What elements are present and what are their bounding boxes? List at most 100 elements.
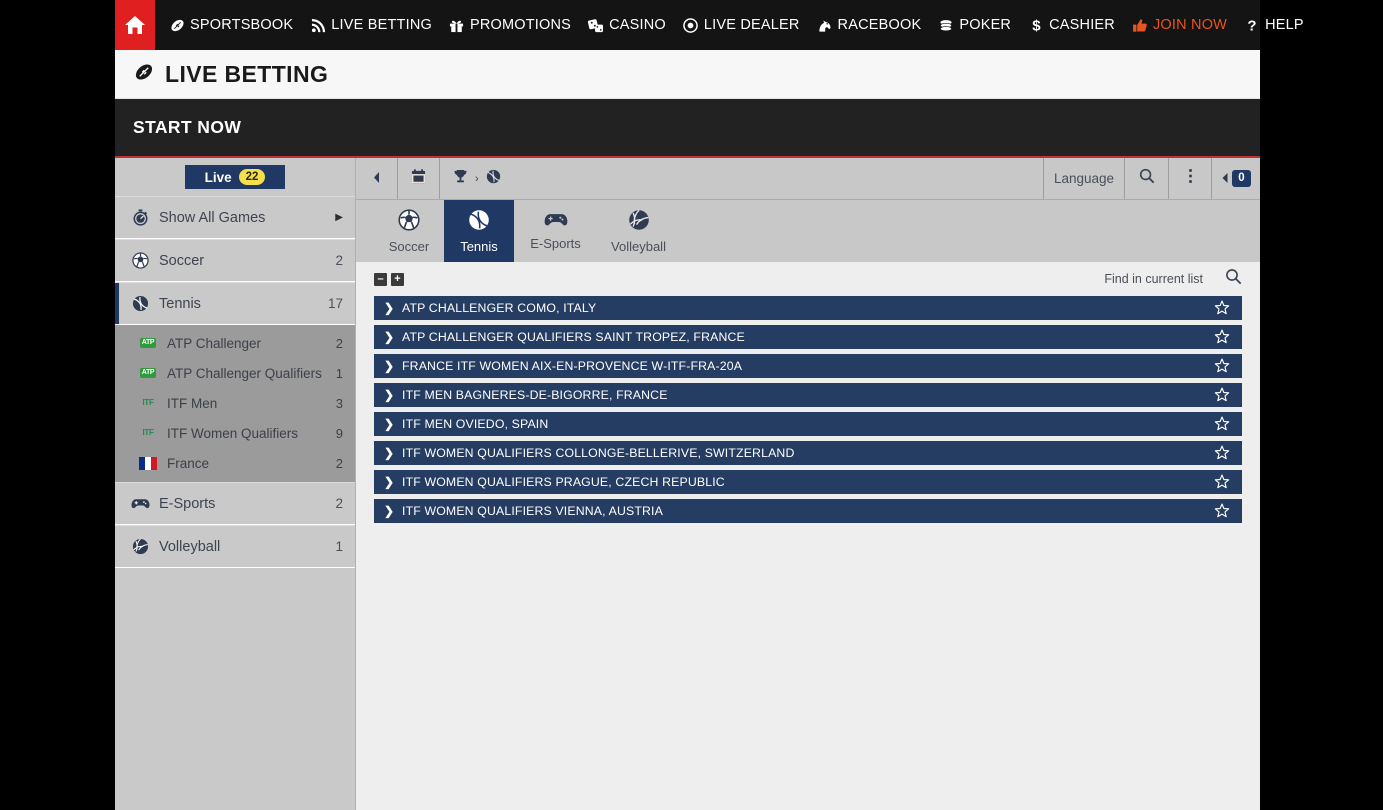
find-in-list: Find in current list (1104, 268, 1242, 290)
svg-text:$: $ (1032, 18, 1041, 35)
tennis-ball-icon (468, 209, 490, 234)
tab-e-sports[interactable]: E-Sports (514, 200, 597, 262)
signal-icon (310, 17, 326, 33)
search-button[interactable] (1125, 158, 1169, 199)
sidebar-item-volleyball[interactable]: Volleyball 1 (115, 525, 355, 568)
more-options-button[interactable] (1169, 158, 1212, 199)
nav-item-join-now[interactable]: JOIN NOW (1132, 17, 1227, 33)
chevron-right-icon[interactable]: ❯ (384, 388, 402, 402)
question-icon: ? (1244, 17, 1260, 35)
nav-label: POKER (959, 17, 1012, 33)
tab-volleyball[interactable]: Volleyball (597, 200, 680, 262)
trophy-icon (453, 169, 468, 189)
sidebar-league-atp-challenger[interactable]: ATP ATP Challenger 2 (115, 328, 355, 358)
chevron-right-icon[interactable]: ❯ (384, 359, 402, 373)
nav-label: LIVE DEALER (703, 17, 800, 33)
favorite-star-icon[interactable] (1202, 503, 1242, 519)
search-icon[interactable] (1225, 268, 1242, 290)
nav-label: CASHIER (1049, 17, 1115, 33)
breadcrumb[interactable]: › (440, 158, 1044, 199)
sidebar-live-header: Live 22 (115, 158, 355, 196)
content-toolbar: › Language 0 (356, 158, 1260, 200)
nav-item-promotions[interactable]: PROMOTIONS (449, 17, 571, 33)
sidebar-item-label: Volleyball (159, 538, 221, 555)
expand-all-button[interactable]: + (391, 272, 404, 286)
volleyball-icon (628, 209, 650, 234)
stopwatch-icon (129, 209, 151, 226)
chevron-right-icon[interactable]: ❯ (384, 475, 402, 489)
table-row[interactable]: ❯ FRANCE ITF WOMEN AIX-EN-PROVENCE W-ITF… (374, 354, 1242, 378)
sidebar-league-count: 2 (335, 335, 343, 351)
collapse-all-button[interactable]: – (374, 272, 387, 286)
live-toggle[interactable]: Live 22 (185, 165, 285, 189)
back-button[interactable] (356, 158, 398, 199)
chevron-right-icon[interactable]: ❯ (384, 330, 402, 344)
favorite-star-icon[interactable] (1202, 387, 1242, 403)
expand-collapse-controls: – + (374, 272, 404, 286)
tournament-name: ITF WOMEN QUALIFIERS PRAGUE, CZECH REPUB… (402, 475, 725, 489)
nav-item-live-dealer[interactable]: LIVE DEALER (683, 17, 800, 33)
live-label: Live (204, 169, 232, 185)
tab-label: E-Sports (530, 236, 581, 251)
table-row[interactable]: ❯ ITF MEN BAGNERES-DE-BIGORRE, FRANCE (374, 383, 1242, 407)
nav-item-casino[interactable]: CASINO (588, 17, 666, 33)
sidebar-league-itf-women-qualifiers[interactable]: ITF ITF Women Qualifiers 9 (115, 418, 355, 448)
table-row[interactable]: ❯ ATP CHALLENGER QUALIFIERS SAINT TROPEZ… (374, 325, 1242, 349)
chevron-right-icon[interactable]: ❯ (384, 446, 402, 460)
tournament-name: ATP CHALLENGER COMO, ITALY (402, 301, 597, 315)
sidebar-league-atp-challenger-qualifiers[interactable]: ATP ATP Challenger Qualifiers 1 (115, 358, 355, 388)
calendar-button[interactable] (398, 158, 440, 199)
tournament-list: ❯ ATP CHALLENGER COMO, ITALY ❯ ATP CHALL… (356, 296, 1260, 528)
page-body: Live 22 Show All Games ▶ Soccer 2 Tennis… (115, 158, 1260, 810)
sidebar-item-label: Show All Games (159, 209, 266, 226)
sidebar-tennis-leagues: ATP ATP Challenger 2 ATP ATP Challenger … (115, 325, 355, 482)
table-row[interactable]: ❯ ITF MEN OVIEDO, SPAIN (374, 412, 1242, 436)
sidebar-item-tennis[interactable]: Tennis 17 (115, 282, 355, 325)
chevron-right-icon[interactable]: ❯ (384, 504, 402, 518)
sport-tabs: Soccer Tennis E-Sports Volleyball (356, 200, 1260, 262)
nav-label: LIVE BETTING (331, 17, 432, 33)
nav-item-poker[interactable]: POKER (938, 17, 1011, 33)
nav-item-sportsbook[interactable]: SPORTSBOOK (169, 17, 293, 33)
nav-item-cashier[interactable]: $ CASHIER (1028, 17, 1115, 35)
top-nav-items: SPORTSBOOK LIVE BETTING PROMOTIONS CASIN… (155, 0, 1304, 50)
favorite-star-icon[interactable] (1202, 300, 1242, 316)
favorite-star-icon[interactable] (1202, 358, 1242, 374)
tab-soccer[interactable]: Soccer (374, 200, 444, 262)
sidebar-item-label: E-Sports (159, 495, 216, 512)
home-icon (124, 15, 146, 35)
favorite-star-icon[interactable] (1202, 445, 1242, 461)
sidebar: Live 22 Show All Games ▶ Soccer 2 Tennis… (115, 158, 356, 810)
nav-item-racebook[interactable]: RACEBOOK (817, 17, 922, 33)
page-title: LIVE BETTING (165, 60, 329, 87)
calendar-icon (411, 168, 426, 189)
betslip-toggle[interactable]: 0 (1212, 158, 1260, 199)
tournament-name: ITF WOMEN QUALIFIERS COLLONGE-BELLERIVE,… (402, 446, 795, 460)
sidebar-league-france[interactable]: France 2 (115, 448, 355, 478)
table-row[interactable]: ❯ ITF WOMEN QUALIFIERS PRAGUE, CZECH REP… (374, 470, 1242, 494)
find-label: Find in current list (1104, 272, 1203, 286)
itf-badge-icon: ITF (142, 428, 154, 437)
tab-label: Soccer (388, 238, 430, 254)
sidebar-item-e-sports[interactable]: E-Sports 2 (115, 482, 355, 525)
table-row[interactable]: ❯ ITF WOMEN QUALIFIERS VIENNA, AUSTRIA (374, 499, 1242, 523)
sidebar-item-show-all-games[interactable]: Show All Games ▶ (115, 196, 355, 239)
breadcrumb-separator: › (475, 172, 479, 185)
atp-badge-icon: ATP (139, 368, 157, 378)
language-selector[interactable]: Language (1044, 158, 1125, 199)
nav-item-help[interactable]: ? HELP (1244, 17, 1304, 35)
home-button[interactable] (115, 0, 155, 50)
chevron-right-icon[interactable]: ❯ (384, 417, 402, 431)
favorite-star-icon[interactable] (1202, 474, 1242, 490)
tournament-name: FRANCE ITF WOMEN AIX-EN-PROVENCE W-ITF-F… (402, 359, 743, 373)
tab-tennis[interactable]: Tennis (444, 200, 514, 262)
gift-icon (449, 17, 465, 33)
favorite-star-icon[interactable] (1202, 329, 1242, 345)
nav-item-live-betting[interactable]: LIVE BETTING (310, 17, 432, 33)
table-row[interactable]: ❯ ATP CHALLENGER COMO, ITALY (374, 296, 1242, 320)
favorite-star-icon[interactable] (1202, 416, 1242, 432)
table-row[interactable]: ❯ ITF WOMEN QUALIFIERS COLLONGE-BELLERIV… (374, 441, 1242, 465)
sidebar-item-soccer[interactable]: Soccer 2 (115, 239, 355, 282)
sidebar-league-itf-men[interactable]: ITF ITF Men 3 (115, 388, 355, 418)
chevron-right-icon[interactable]: ❯ (384, 301, 402, 315)
